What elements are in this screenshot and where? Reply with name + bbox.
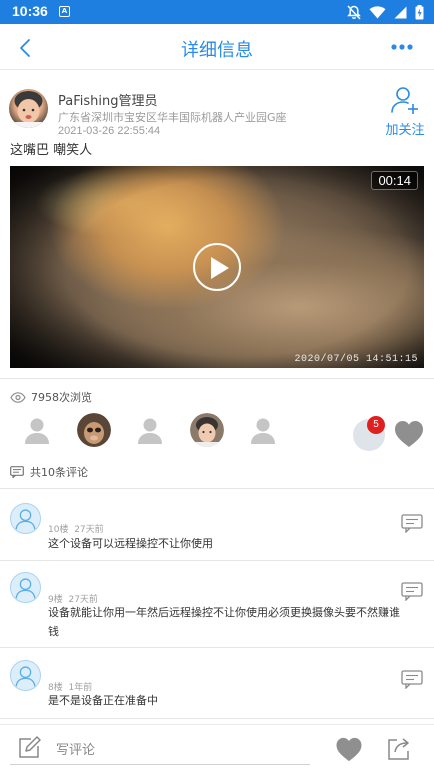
follow-label: 加关注 (385, 123, 425, 138)
page-title: 详细信息 (181, 40, 253, 61)
default-user-icon[interactable] (20, 413, 54, 447)
view-count-label: 7958次浏览 (31, 391, 92, 404)
wifi-icon (369, 5, 386, 19)
default-user-icon[interactable] (246, 413, 280, 447)
comment-text: 这个设备可以远程操控不让你使用 (48, 537, 213, 550)
post-text: 这嘴巴 嘲笑人 (10, 143, 93, 158)
author-name[interactable]: PaFishing管理员 (58, 90, 157, 109)
heart-icon[interactable] (335, 737, 363, 762)
divider (0, 647, 434, 648)
divider (0, 488, 434, 489)
user-avatar-icon[interactable] (10, 660, 41, 691)
comment-count-label: 共10条评论 (30, 466, 88, 479)
comment-input-underline (10, 764, 310, 765)
post-time: 2021-03-26 22:55:44 (58, 125, 161, 137)
heart-icon[interactable] (394, 420, 424, 448)
battery-icon (415, 4, 424, 19)
divider (0, 378, 434, 379)
eye-icon (10, 391, 26, 403)
reply-icon[interactable] (401, 582, 423, 601)
viewer-avatar[interactable] (77, 413, 111, 447)
signal-icon (394, 6, 407, 18)
comment-input[interactable]: 写评论 (56, 739, 95, 758)
edit-icon[interactable] (17, 736, 41, 760)
play-button[interactable] (193, 243, 241, 291)
app-notification-icon: A (59, 6, 70, 17)
status-time: 10:36 (12, 3, 48, 19)
more-dots-icon[interactable] (390, 42, 414, 52)
play-icon (211, 257, 229, 279)
view-count: 7958次浏览 (10, 389, 92, 405)
user-avatar-icon[interactable] (10, 572, 41, 603)
author-location: 广东省深圳市宝安区华丰国际机器人产业园G座 (58, 111, 287, 124)
reply-icon[interactable] (401, 670, 423, 689)
video-timestamp: 2020/07/05 14:51:15 (294, 354, 418, 365)
viewer-list (20, 413, 280, 447)
comment-icon (10, 466, 24, 478)
likers-button[interactable]: 5 (353, 416, 385, 451)
video-duration: 00:14 (371, 171, 418, 190)
user-avatar-icon[interactable] (10, 503, 41, 534)
status-icons (347, 4, 424, 20)
video-player[interactable]: 00:14 2020/07/05 14:51:15 (10, 166, 424, 368)
share-icon[interactable] (387, 736, 411, 760)
status-bar: 10:36 A (0, 0, 434, 24)
add-user-icon (391, 87, 418, 114)
divider (0, 718, 434, 719)
default-user-icon[interactable] (133, 413, 167, 447)
notifications-off-icon (347, 4, 361, 20)
comment-text: 是不是设备正在准备中 (48, 694, 158, 707)
author-avatar[interactable] (9, 89, 48, 128)
viewer-avatar[interactable] (190, 413, 224, 447)
divider (0, 560, 434, 561)
comment-text: 设备就能让你用一年然后远程操控不让你使用必须更换摄像头要不然赚谁钱 (48, 606, 400, 638)
reply-icon[interactable] (401, 514, 423, 533)
bottom-bar: 写评论 (0, 724, 434, 771)
nav-bar: 详细信息 (0, 24, 434, 70)
comment-count: 共10条评论 (10, 464, 88, 480)
likes-count-badge: 5 (367, 416, 385, 434)
follow-button[interactable]: 加关注 (381, 85, 429, 139)
